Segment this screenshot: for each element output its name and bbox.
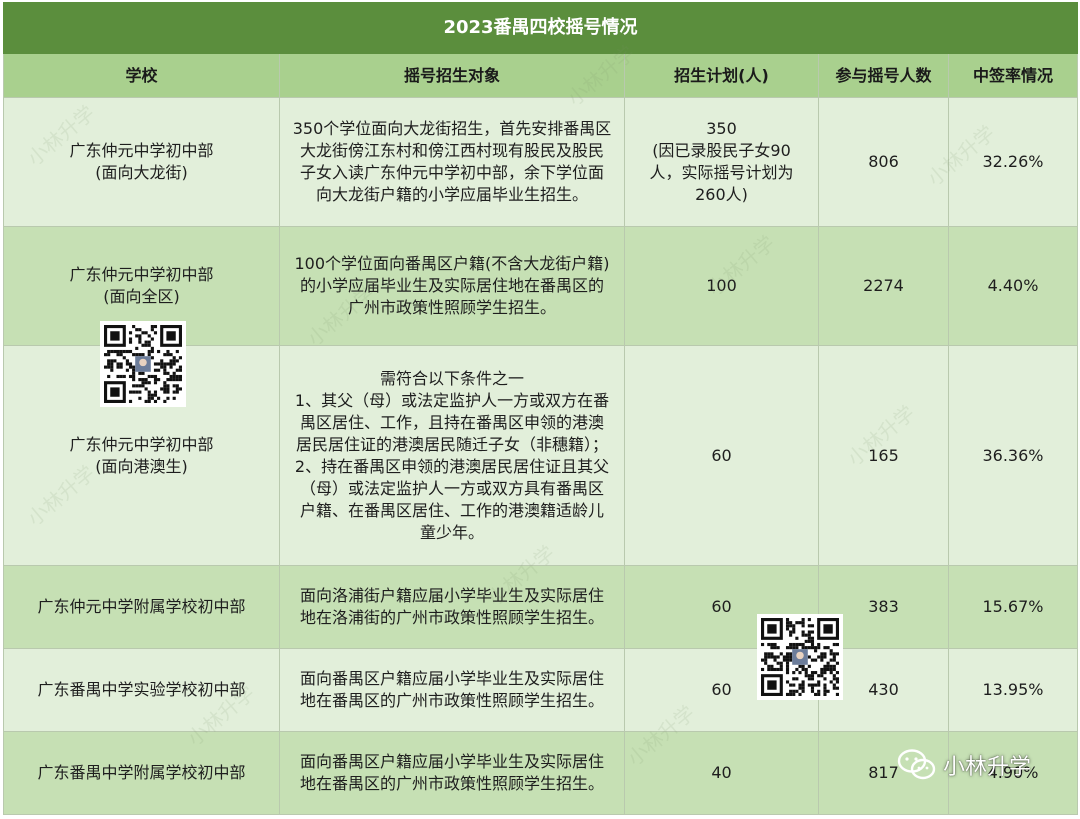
target-line: 面向洛浦街户籍应届小学毕业生及实际居住 [299,586,604,605]
rate-cell: 13.95% [948,648,1078,732]
header-rate: 中签率情况 [948,53,1078,98]
school-name: 广东仲元中学初中部 [69,141,214,160]
lottery-table: 2023番禺四校摇号情况 学校 摇号招生对象 招生计划(人) 参与摇号人数 中签… [3,2,1078,815]
school-cell: 广东番禺中学实验学校初中部 [3,648,280,732]
target-line: 子女入读广东仲元中学初中部，余下学位面 [299,163,604,182]
rate-cell: 15.67% [948,565,1078,649]
plan-line: (因已录股民子女90 [652,141,791,160]
school-scope: (面向全区) [103,287,180,306]
logo-text: 小林升学 [943,755,1032,780]
header-plan: 招生计划(人) [624,53,819,98]
target-line: 向大龙街户籍的小学应届毕业生招生。 [315,185,588,204]
target-line: 的小学应届毕业生及实际居住地在番禺区的 [299,276,604,295]
plan-line: 350 [706,119,737,138]
school-cell: 广东番禺中学附属学校初中部 [3,731,280,815]
target-cell: 面向番禺区户籍应届小学毕业生及实际居住 地在番禺区的广州市政策性照顾学生招生。 [279,648,625,732]
wechat-icon [897,749,936,780]
target-line: 地在番禺区的广州市政策性照顾学生招生。 [299,691,604,710]
target-line: （母）或法定监护人一方或双方具有番禺区 [299,478,604,498]
target-line: 地在番禺区的广州市政策性照顾学生招生。 [299,774,604,793]
qr-code-icon [100,321,186,407]
target-line: 面向番禺区户籍应届小学毕业生及实际居住 [299,669,604,688]
target-line: 童少年。 [419,522,484,542]
target-line: 大龙街傍江东村和傍江西村现有股民及股民 [299,141,604,160]
school-name: 广东仲元中学初中部 [69,434,214,454]
plan-line: 人，实际摇号计划为 [649,163,794,182]
target-line: 2、持在番禺区申领的港澳居民居住证且其父 [294,456,610,476]
target-line: 地在洛浦街的广州市政策性照顾学生招生。 [299,608,604,627]
participants-cell: 806 [818,97,949,227]
plan-cell: 40 [624,731,819,815]
qr-code-graphic [761,618,839,696]
target-cell: 需符合以下条件之一 1、其父（母）或法定监护人一方或双方在番 禺区居住、工作，且… [279,345,625,566]
participants-cell: 2274 [818,226,949,346]
target-line: 禺区居住、工作，且持在番禺区申领的港澳 [299,412,604,432]
target-line: 居民居住证的港澳居民随迁子女（非穗籍）； [295,434,608,454]
qr-code-graphic [104,325,182,403]
school-cell: 广东仲元中学初中部 (面向大龙街) [3,97,280,227]
target-line: 面向番禺区户籍应届小学毕业生及实际居住 [299,752,604,771]
target-line: 需符合以下条件之一 [379,368,524,388]
plan-line: 260人) [695,185,748,204]
table-row: 广东仲元中学附属学校初中部 面向洛浦街户籍应届小学毕业生及实际居住 地在洛浦街的… [3,565,1078,649]
plan-cell: 100 [624,226,819,346]
school-cell: 广东仲元中学附属学校初中部 [3,565,280,649]
target-line: 户籍、在番禺区居住、工作的港澳籍适龄儿 [299,500,604,520]
plan-cell: 60 [624,345,819,566]
target-line: 100个学位面向番禺区户籍(不含大龙街户籍) [294,254,610,273]
participants-cell: 165 [818,345,949,566]
rate-cell: 36.36% [948,345,1078,566]
table-title: 2023番禺四校摇号情况 [3,2,1078,54]
rate-cell: 4.40% [948,226,1078,346]
target-line: 1、其父（母）或法定监护人一方或双方在番 [294,390,610,410]
school-scope: (面向大龙街) [95,163,188,182]
target-line: 350个学位面向大龙街招生，首先安排番禺区 [292,119,612,138]
target-cell: 面向番禺区户籍应届小学毕业生及实际居住 地在番禺区的广州市政策性照顾学生招生。 [279,731,625,815]
target-cell: 350个学位面向大龙街招生，首先安排番禺区 大龙街傍江东村和傍江西村现有股民及股… [279,97,625,227]
school-scope: (面向港澳生) [95,456,188,476]
target-cell: 100个学位面向番禺区户籍(不含大龙街户籍) 的小学应届毕业生及实际居住地在番禺… [279,226,625,346]
table-row: 广东番禺中学实验学校初中部 面向番禺区户籍应届小学毕业生及实际居住 地在番禺区的… [3,648,1078,732]
target-cell: 面向洛浦街户籍应届小学毕业生及实际居住 地在洛浦街的广州市政策性照顾学生招生。 [279,565,625,649]
rate-cell: 32.26% [948,97,1078,227]
target-line: 广州市政策性照顾学生招生。 [347,298,556,317]
admission-table-sheet: 2023番禺四校摇号情况 学校 摇号招生对象 招生计划(人) 参与摇号人数 中签… [3,2,1078,817]
header-school: 学校 [3,53,280,98]
brand-logo: 小林升学 [897,748,1031,782]
header-target: 摇号招生对象 [279,53,625,98]
qr-code-icon [757,614,843,700]
school-name: 广东仲元中学初中部 [69,265,214,284]
table-row: 广东仲元中学初中部 (面向大龙街) 350个学位面向大龙街招生，首先安排番禺区 … [3,97,1078,227]
header-participants: 参与摇号人数 [818,53,949,98]
plan-cell: 350 (因已录股民子女90 人，实际摇号计划为 260人) [624,97,819,227]
